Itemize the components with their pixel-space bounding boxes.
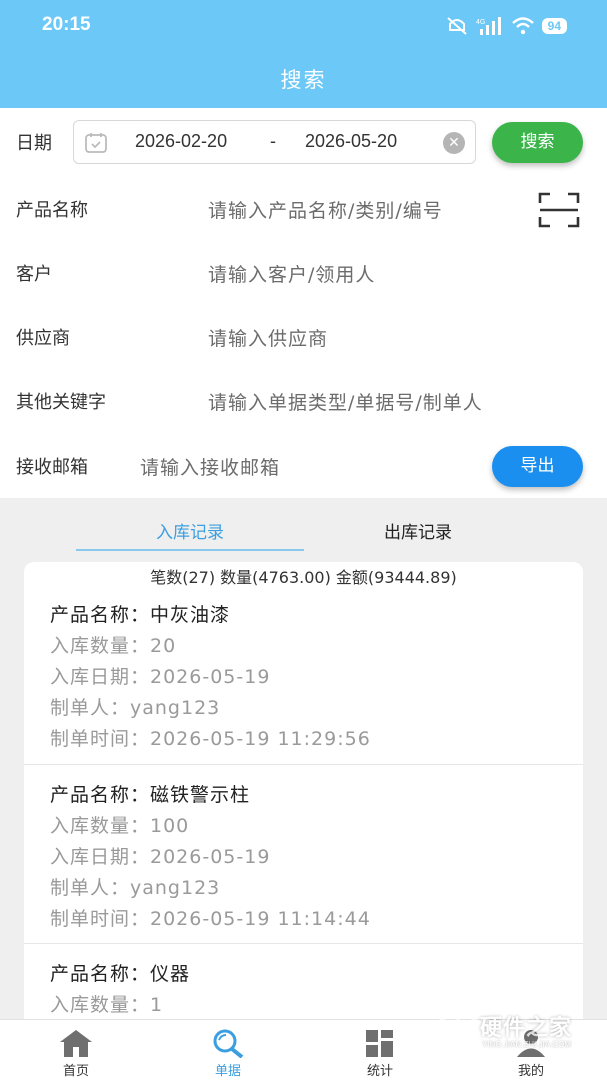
record-quantity: 入库数量：1 <box>50 994 164 1016</box>
product-label: 产品名称 <box>16 200 88 221</box>
scan-icon[interactable] <box>538 192 580 228</box>
divider <box>24 943 583 944</box>
keyword-input[interactable]: 请输入单据类型/单据号/制单人 <box>208 388 483 415</box>
record-product-name: 产品名称：中灰油漆 <box>50 604 231 626</box>
records-card: 笔数(27) 数量(4763.00) 金额(93444.89) 产品名称：中灰油… <box>24 562 583 1032</box>
record-date: 入库日期：2026-05-19 <box>50 846 271 868</box>
nav-documents[interactable]: 单据 <box>152 1020 304 1080</box>
home-icon <box>60 1030 92 1057</box>
nav-home-label: 首页 <box>62 1064 89 1079</box>
status-time: 20:15 <box>42 14 91 35</box>
wifi-icon <box>511 17 534 35</box>
record-product-name: 产品名称：磁铁警示柱 <box>50 784 251 806</box>
date-end[interactable]: 2026-05-20 <box>305 131 397 152</box>
page-title: 搜索 <box>280 68 327 92</box>
battery-indicator: 94 <box>541 18 567 34</box>
export-button[interactable]: 导出 <box>492 446 583 487</box>
date-start[interactable]: 2026-02-20 <box>135 131 227 152</box>
tab-outbound[interactable]: 出库记录 <box>304 518 532 543</box>
svg-text:4G: 4G <box>476 19 485 26</box>
customer-label: 客户 <box>16 264 52 285</box>
record-quantity: 入库数量：100 <box>50 815 190 837</box>
record-maker: 制单人：yang123 <box>50 697 221 719</box>
divider <box>24 764 583 765</box>
mute-icon <box>446 17 467 35</box>
supplier-input[interactable]: 请输入供应商 <box>208 324 328 351</box>
active-tab-indicator <box>76 549 304 551</box>
calendar-icon <box>85 133 107 153</box>
product-input[interactable]: 请输入产品名称/类别/编号 <box>208 196 443 223</box>
record-quantity: 入库数量：20 <box>50 635 177 657</box>
grid-icon <box>366 1030 393 1057</box>
record-time: 制单时间：2026-05-19 11:29:56 <box>50 728 371 750</box>
status-icons: 4G 94 <box>446 14 567 38</box>
keyword-row: 其他关键字 请输入单据类型/单据号/制单人 <box>0 376 607 426</box>
nav-documents-label: 单据 <box>214 1064 241 1079</box>
record-date: 入库日期：2026-05-19 <box>50 666 271 688</box>
supplier-row: 供应商 请输入供应商 <box>0 312 607 362</box>
list-item[interactable]: 产品名称：磁铁警示柱 入库数量：100 入库日期：2026-05-19 制单人：… <box>24 778 583 944</box>
email-input[interactable]: 请输入接收邮箱 <box>140 453 280 480</box>
nav-profile-label: 我的 <box>517 1064 544 1079</box>
product-row: 产品名称 请输入产品名称/类别/编号 <box>0 184 607 234</box>
watermark: 硬件之家 YING JIAN ZHI JIA.COM <box>438 1008 598 1056</box>
search-doc-icon <box>213 1029 244 1058</box>
date-range-picker[interactable]: 2026-02-20 - 2026-05-20 ✕ <box>73 120 476 164</box>
record-maker: 制单人：yang123 <box>50 877 221 899</box>
nav-statistics[interactable]: 统计 <box>304 1020 456 1080</box>
tab-inbound[interactable]: 入库记录 <box>76 518 304 543</box>
record-time: 制单时间：2026-05-19 11:14:44 <box>50 908 371 930</box>
customer-row: 客户 请输入客户/领用人 <box>0 248 607 298</box>
records-summary: 笔数(27) 数量(4763.00) 金额(93444.89) <box>150 568 457 587</box>
nav-statistics-label: 统计 <box>366 1064 393 1079</box>
keyword-label: 其他关键字 <box>16 392 106 413</box>
date-separator: - <box>270 131 276 151</box>
clear-date-icon[interactable]: ✕ <box>443 132 465 154</box>
supplier-label: 供应商 <box>16 328 70 349</box>
watermark-logo-icon <box>439 1008 477 1052</box>
search-form: 日期 2026-02-20 - 2026-05-20 ✕ 搜索 产品名称 请输入… <box>0 108 607 498</box>
nav-home[interactable]: 首页 <box>0 1020 152 1080</box>
record-product-name: 产品名称：仪器 <box>50 963 191 985</box>
date-label: 日期 <box>16 133 52 154</box>
watermark-text: 硬件之家 <box>480 1016 573 1041</box>
search-button[interactable]: 搜索 <box>492 122 583 163</box>
list-item[interactable]: 产品名称：中灰油漆 入库数量：20 入库日期：2026-05-19 制单人：ya… <box>24 598 583 764</box>
email-label: 接收邮箱 <box>16 457 88 478</box>
customer-input[interactable]: 请输入客户/领用人 <box>208 260 375 287</box>
watermark-subtext: YING JIAN ZHI JIA.COM <box>482 1040 571 1049</box>
top-bar: 20:15 4G 94 搜索 <box>0 0 607 108</box>
signal-icon: 4G <box>476 17 501 35</box>
